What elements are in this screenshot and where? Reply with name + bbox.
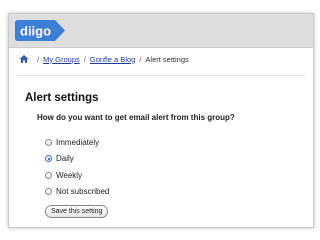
option-not-subscribed[interactable]: Not subscribed <box>45 184 109 201</box>
breadcrumb-my-groups[interactable]: My Groups <box>43 55 80 64</box>
radio-weekly[interactable] <box>45 171 52 179</box>
breadcrumb-separator: / <box>139 54 142 64</box>
divider <box>17 75 305 76</box>
breadcrumb-current: Alert settings <box>145 54 189 64</box>
save-setting-button[interactable]: Save this setting <box>45 205 109 218</box>
logo-text: diigo <box>20 24 51 39</box>
page-title: Alert settings <box>25 92 99 104</box>
breadcrumb-separator: / <box>37 54 40 64</box>
option-label: Weekly <box>56 170 83 180</box>
radio-daily[interactable] <box>45 155 52 163</box>
breadcrumb: / My Groups / Gonfle a Blog / Alert sett… <box>19 52 189 66</box>
alert-question: How do you want to get email alert from … <box>37 113 235 122</box>
breadcrumb-group[interactable]: Gonfle a Blog <box>90 55 135 64</box>
breadcrumb-separator: / <box>83 54 86 64</box>
radio-immediately[interactable] <box>45 138 52 146</box>
top-bar: diigo <box>9 14 313 48</box>
option-daily[interactable]: Daily <box>45 151 109 168</box>
option-label: Not subscribed <box>56 187 110 197</box>
option-label: Immediately <box>56 137 100 147</box>
browser-page: diigo / My Groups / Gonfle a Blog / Aler… <box>8 13 314 228</box>
option-weekly[interactable]: Weekly <box>45 167 109 184</box>
diigo-logo[interactable]: diigo <box>15 20 65 41</box>
alert-options: Immediately Daily Weekly Not subscribed <box>45 134 109 200</box>
radio-not-subscribed[interactable] <box>45 188 52 196</box>
option-immediately[interactable]: Immediately <box>45 134 109 151</box>
option-label: Daily <box>56 154 74 164</box>
home-icon[interactable] <box>19 54 29 64</box>
